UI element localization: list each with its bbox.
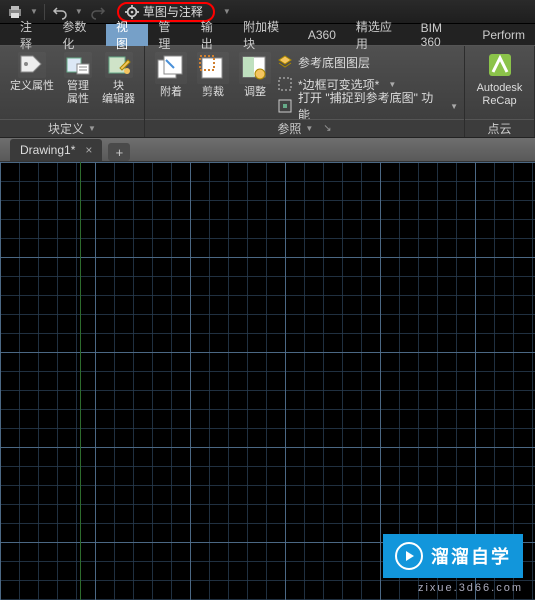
tab-a360[interactable]: A360 <box>298 24 346 46</box>
watermark-logo: 溜溜自学 <box>383 534 523 578</box>
snap-icon <box>277 98 293 114</box>
panel-pointcloud: Autodesk ReCap 点云 <box>465 46 535 137</box>
panel-reference: 附着 剪裁 调整 参考底图图层 <box>145 46 465 137</box>
panel-block-definition: 定义属性 管理 属性 块 编辑器 块定义▼ <box>0 46 145 137</box>
ribbon: 定义属性 管理 属性 块 编辑器 块定义▼ <box>0 46 535 138</box>
button-label: 定义属性 <box>10 80 54 93</box>
panel-title[interactable]: 块定义▼ <box>0 119 144 137</box>
layers-icon <box>277 54 293 70</box>
document-tabs: Drawing1* × + <box>0 138 535 162</box>
tag-icon <box>18 52 46 78</box>
row-label: 参考底图图层 <box>298 54 370 71</box>
define-attributes-button[interactable]: 定义属性 <box>6 50 58 95</box>
adjust-button[interactable]: 调整 <box>235 50 275 101</box>
chevron-down-icon: ▼ <box>450 102 458 111</box>
tab-output[interactable]: 输出 <box>191 24 233 46</box>
new-tab-button[interactable]: + <box>108 143 130 161</box>
button-label: 管理 属性 <box>67 80 89 106</box>
frame-icon <box>277 76 293 92</box>
tab-performance[interactable]: Perform <box>472 24 535 46</box>
dropdown-icon[interactable]: ▼ <box>75 7 83 16</box>
gear-icon <box>125 5 139 19</box>
close-icon[interactable]: × <box>85 143 92 157</box>
watermark-url: zixue.3d66.com <box>418 582 523 594</box>
ribbon-tabs: 注释 参数化 视图 管理 输出 附加模块 A360 精选应用 BIM 360 P… <box>0 24 535 46</box>
adjust-icon <box>239 52 271 84</box>
attach-icon <box>155 52 187 84</box>
chevron-down-icon: ▼ <box>388 80 396 89</box>
chevron-down-icon: ▼ <box>305 124 313 133</box>
clip-icon <box>197 52 229 84</box>
snap-underlay-button[interactable]: 打开 "捕捉到参考底图" 功能 ▼ <box>277 96 458 116</box>
reference-options: 参考底图图层 *边框可变选项* ▼ 打开 "捕捉到参考底图" 功能 ▼ <box>277 50 458 116</box>
recap-icon <box>485 50 515 80</box>
block-editor-button[interactable]: 块 编辑器 <box>98 50 139 108</box>
separator <box>44 4 45 20</box>
panel-title[interactable]: 参照▼ ↘ <box>145 119 464 137</box>
row-label: 打开 "捕捉到参考底图" 功能 <box>298 89 441 123</box>
panel-title[interactable]: 点云 <box>465 119 534 137</box>
clip-button[interactable]: 剪裁 <box>193 50 233 101</box>
document-tab[interactable]: Drawing1* × <box>10 139 102 161</box>
button-label: Autodesk ReCap <box>471 82 528 108</box>
document-name: Drawing1* <box>20 143 75 157</box>
button-label: 块 编辑器 <box>102 80 135 106</box>
block-attr-icon <box>64 52 92 78</box>
dropdown-icon[interactable]: ▼ <box>30 7 38 16</box>
button-label: 调整 <box>244 86 266 99</box>
tab-parametric[interactable]: 参数化 <box>52 24 106 46</box>
tab-annotate[interactable]: 注释 <box>10 24 52 46</box>
y-axis <box>80 162 81 600</box>
attach-button[interactable]: 附着 <box>151 50 191 101</box>
tab-view[interactable]: 视图 <box>106 24 148 46</box>
watermark-brand: 溜溜自学 <box>431 543 511 569</box>
tab-featured[interactable]: 精选应用 <box>346 24 411 46</box>
dropdown-icon[interactable]: ▼ <box>223 7 231 16</box>
play-icon <box>395 542 423 570</box>
tab-addins[interactable]: 附加模块 <box>233 24 298 46</box>
button-label: 附着 <box>160 86 182 99</box>
block-editor-icon <box>105 52 133 78</box>
dialog-launcher-icon[interactable]: ↘ <box>323 123 331 134</box>
tab-bim360[interactable]: BIM 360 <box>411 24 473 46</box>
underlay-layers-button[interactable]: 参考底图图层 <box>277 52 458 72</box>
chevron-down-icon: ▼ <box>88 124 96 133</box>
button-label: 剪裁 <box>202 86 224 99</box>
manage-attributes-button[interactable]: 管理 属性 <box>60 50 96 108</box>
tab-manage[interactable]: 管理 <box>148 24 190 46</box>
drawing-canvas[interactable]: 溜溜自学 zixue.3d66.com <box>0 162 535 600</box>
autodesk-recap-button[interactable]: Autodesk ReCap <box>471 50 528 108</box>
